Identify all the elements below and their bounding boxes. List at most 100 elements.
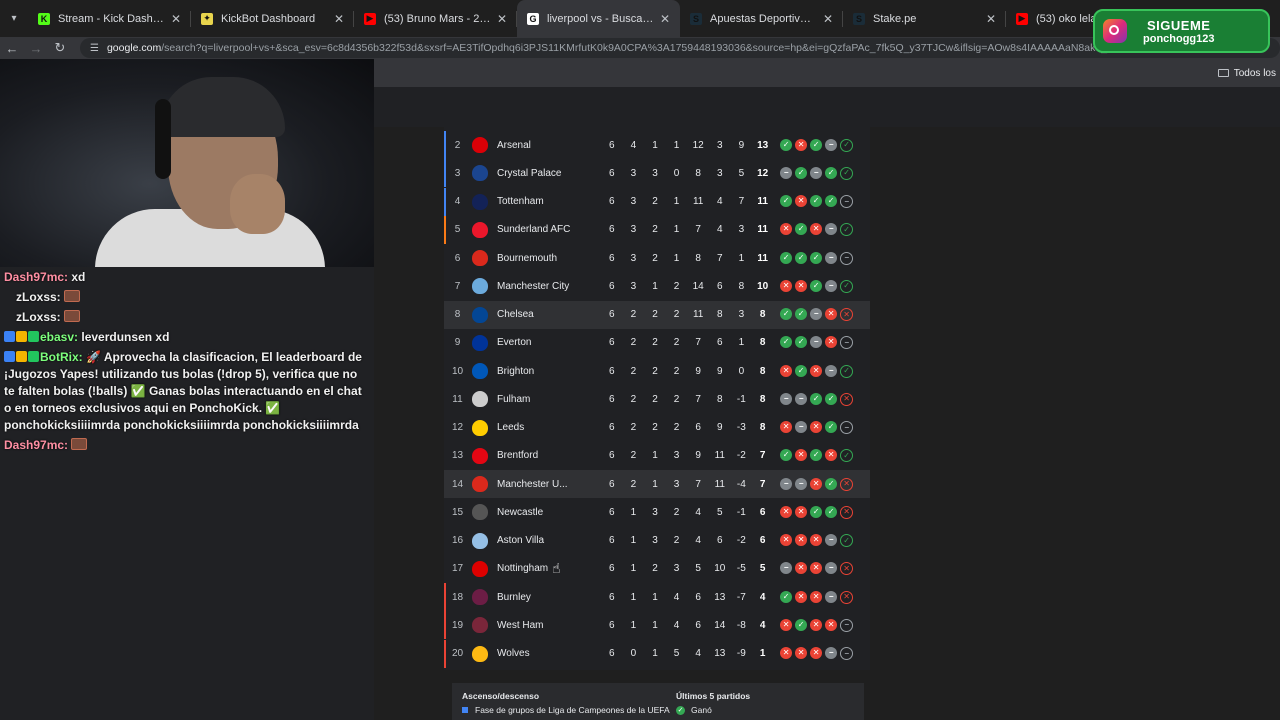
team-name[interactable]: Tottenham xyxy=(497,196,601,207)
loss-icon[interactable]: ✕ xyxy=(780,505,793,518)
team-name[interactable]: Brentford xyxy=(497,450,601,461)
team-name[interactable]: Sunderland AFC xyxy=(497,224,601,235)
draw-icon[interactable]: − xyxy=(810,336,823,349)
win-icon[interactable]: ✓ xyxy=(825,421,838,434)
draw-icon[interactable]: − xyxy=(780,477,793,490)
loss-icon[interactable]: ✕ xyxy=(780,618,793,631)
table-row[interactable]: 20 Wolves 6 0 1 5 4 13 -9 1 ✕ ✕ ✕ − − xyxy=(444,639,870,668)
chat-username[interactable]: Dash97mc: xyxy=(4,270,68,284)
loss-icon[interactable]: ✕ xyxy=(795,647,808,660)
team-name[interactable]: Leeds xyxy=(497,422,601,433)
chat-username[interactable]: zLoxss: xyxy=(16,290,61,304)
table-row[interactable]: 3 Crystal Palace 6 3 3 0 8 3 5 12− ✓ − ✓ ✓ xyxy=(444,159,870,188)
browser-tab[interactable]: ✦ KickBot Dashboard ✕ xyxy=(191,0,354,37)
win-icon[interactable]: ✓ xyxy=(825,505,838,518)
table-row[interactable]: 13 Brentford 6 2 1 3 9 11 -2 7 ✓ ✕ ✓ ✕ ✓ xyxy=(444,442,870,470)
loss-icon[interactable]: ✕ xyxy=(810,534,823,547)
win-icon[interactable]: ✓ xyxy=(810,251,823,264)
table-row[interactable]: 8 Chelsea 6 2 2 2 11 8 3 8 ✓ ✓ − ✕ ✕ xyxy=(444,300,870,329)
loss-icon[interactable]: ✕ xyxy=(795,562,808,575)
win-icon[interactable]: ✓ xyxy=(825,166,838,179)
win-icon[interactable]: ✓ xyxy=(780,336,793,349)
draw-icon[interactable]: − xyxy=(840,647,854,661)
browser-tab[interactable]: S Stake.pe ✕ xyxy=(843,0,1006,37)
loss-icon[interactable]: ✕ xyxy=(780,364,793,377)
back-button[interactable]: ← xyxy=(0,41,24,56)
draw-icon[interactable]: − xyxy=(825,223,838,236)
tab-close-icon[interactable]: ✕ xyxy=(986,12,996,26)
browser-tab[interactable]: K Stream - Kick Dashboard ✕ xyxy=(28,0,191,37)
loss-icon[interactable]: ✕ xyxy=(795,138,808,151)
forward-button[interactable]: → xyxy=(24,41,48,56)
win-icon[interactable]: ✓ xyxy=(795,618,808,631)
browser-tab[interactable]: S Apuestas Deportivas Online - F ✕ xyxy=(680,0,843,37)
loss-icon[interactable]: ✕ xyxy=(825,618,838,631)
loss-icon[interactable]: ✕ xyxy=(810,223,823,236)
table-row[interactable]: 19 West Ham 6 1 1 4 6 14 -8 4 ✕ ✓ ✕ ✕ − xyxy=(444,611,870,640)
team-name[interactable]: Brighton xyxy=(497,366,601,377)
draw-icon[interactable]: − xyxy=(840,421,854,435)
win-icon[interactable]: ✓ xyxy=(795,336,808,349)
table-row[interactable]: 16 Aston Villa 6 1 3 2 4 6 -2 6 ✕ ✕ ✕ − ✓ xyxy=(444,527,870,555)
draw-icon[interactable]: − xyxy=(825,251,838,264)
loss-icon[interactable]: ✕ xyxy=(840,505,854,519)
chat-username[interactable]: zLoxss: xyxy=(16,310,61,324)
loss-icon[interactable]: ✕ xyxy=(780,421,793,434)
chat-username[interactable]: ebasv: xyxy=(40,330,78,344)
browser-tab[interactable]: Gliverpool vs - Buscar con Google ✕ xyxy=(517,0,680,37)
loss-icon[interactable]: ✕ xyxy=(780,534,793,547)
loss-icon[interactable]: ✕ xyxy=(780,279,793,292)
draw-icon[interactable]: − xyxy=(795,477,808,490)
team-name[interactable]: Fulham xyxy=(497,394,601,405)
draw-icon[interactable]: − xyxy=(825,534,838,547)
tab-close-icon[interactable]: ✕ xyxy=(334,12,344,26)
team-name[interactable]: Bournemouth xyxy=(497,253,601,264)
win-icon[interactable]: ✓ xyxy=(810,449,823,462)
team-name[interactable]: Burnley xyxy=(497,592,601,603)
team-name[interactable]: Arsenal xyxy=(497,140,601,151)
draw-icon[interactable]: − xyxy=(825,647,838,660)
loss-icon[interactable]: ✕ xyxy=(810,421,823,434)
win-icon[interactable]: ✓ xyxy=(825,477,838,490)
loss-icon[interactable]: ✕ xyxy=(840,562,854,576)
loss-icon[interactable]: ✕ xyxy=(795,449,808,462)
loss-icon[interactable]: ✕ xyxy=(825,336,838,349)
table-row[interactable]: 14 Manchester U... 6 2 1 3 7 11 -4 7− − ✕ ✓ ✕ xyxy=(444,470,870,499)
team-name[interactable]: Crystal Palace xyxy=(497,168,601,179)
loss-icon[interactable]: ✕ xyxy=(840,590,854,604)
win-icon[interactable]: ✓ xyxy=(840,364,854,378)
team-name[interactable]: Chelsea xyxy=(497,309,601,320)
win-icon[interactable]: ✓ xyxy=(795,166,808,179)
loss-icon[interactable]: ✕ xyxy=(810,647,823,660)
win-icon[interactable]: ✓ xyxy=(810,392,823,405)
draw-icon[interactable]: − xyxy=(810,308,823,321)
draw-icon[interactable]: − xyxy=(840,195,854,209)
site-info-icon[interactable]: ☰ xyxy=(90,43,99,54)
win-icon[interactable]: ✓ xyxy=(840,279,854,293)
team-name[interactable]: Newcastle xyxy=(497,507,601,518)
win-icon[interactable]: ✓ xyxy=(780,449,793,462)
win-icon[interactable]: ✓ xyxy=(795,308,808,321)
table-row[interactable]: 15 Newcastle 6 1 3 2 4 5 -1 6 ✕ ✕ ✓ ✓ ✕ xyxy=(444,498,870,526)
table-row[interactable]: 17 Nottingham 6 1 2 3 5 10 -5 5− ✕ ✕ − ✕ xyxy=(444,555,870,583)
win-icon[interactable]: ✓ xyxy=(780,590,793,603)
win-icon[interactable]: ✓ xyxy=(810,505,823,518)
win-icon[interactable]: ✓ xyxy=(840,166,854,180)
table-row[interactable]: 9 Everton 6 2 2 2 7 6 1 8 ✓ ✓ − ✕ − xyxy=(444,329,870,357)
loss-icon[interactable]: ✕ xyxy=(810,477,823,490)
win-icon[interactable]: ✓ xyxy=(795,223,808,236)
loss-icon[interactable]: ✕ xyxy=(825,308,838,321)
draw-icon[interactable]: − xyxy=(780,392,793,405)
chat-username[interactable]: BotRix: xyxy=(40,350,83,364)
table-row[interactable]: 18 Burnley 6 1 1 4 6 13 -7 4 ✓ ✕ ✕ − ✕ xyxy=(444,583,870,612)
reload-button[interactable]: ↻ xyxy=(48,40,72,56)
table-row[interactable]: 7 Manchester City 6 3 1 2 14 6 8 10 ✕ ✕ ✓ − ✓ xyxy=(444,272,870,300)
draw-icon[interactable]: − xyxy=(795,392,808,405)
draw-icon[interactable]: − xyxy=(840,336,854,350)
table-row[interactable]: 10 Brighton 6 2 2 2 9 9 0 8 ✕ ✓ ✕ − ✓ xyxy=(444,357,870,385)
loss-icon[interactable]: ✕ xyxy=(795,195,808,208)
win-icon[interactable]: ✓ xyxy=(780,308,793,321)
loss-icon[interactable]: ✕ xyxy=(825,449,838,462)
table-row[interactable]: 5 Sunderland AFC 6 3 2 1 7 4 3 11 ✕ ✓ ✕ − ✓ xyxy=(444,215,870,244)
win-icon[interactable]: ✓ xyxy=(840,449,854,463)
